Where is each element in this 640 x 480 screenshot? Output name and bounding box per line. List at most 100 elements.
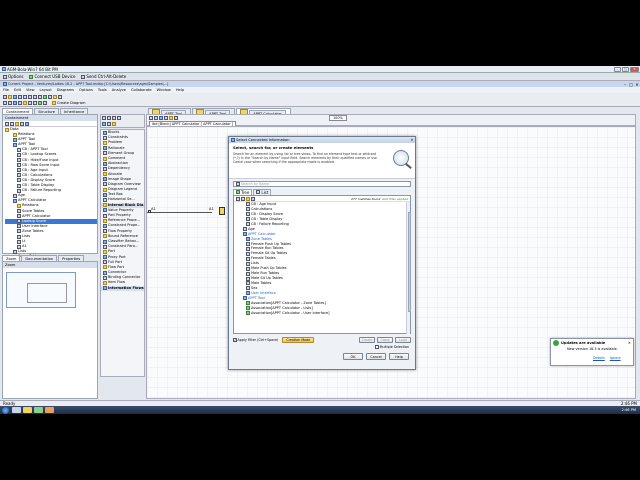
options-icon[interactable]: [251, 196, 255, 201]
package-icon[interactable]: [23, 101, 27, 105]
element-type-icon: [246, 207, 250, 212]
menu-item-file[interactable]: File: [3, 88, 9, 92]
start-button[interactable]: [2, 406, 9, 414]
diagram-icon[interactable]: [53, 94, 57, 99]
model-icon[interactable]: [13, 101, 17, 105]
tab-tree[interactable]: Tree: [233, 188, 253, 195]
menu-item-options[interactable]: Options: [79, 88, 93, 92]
block-tool-icon[interactable]: [102, 122, 106, 126]
menu-item-collaborate[interactable]: Collaborate: [131, 88, 152, 92]
save-icon[interactable]: [13, 94, 17, 99]
search-icon[interactable]: [48, 94, 52, 99]
palette-item-icon: [103, 172, 107, 177]
element-list: CB : Age Input Calculations CB : Display S…: [234, 202, 404, 316]
diagram-tool-icon[interactable]: [169, 116, 173, 120]
forward-icon[interactable]: [8, 101, 12, 105]
run-icon[interactable]: [38, 101, 42, 105]
menu-item-help[interactable]: Help: [176, 88, 184, 92]
update-details-link[interactable]: Details: [593, 356, 605, 360]
collapse-all-icon[interactable]: [241, 196, 245, 201]
clone-button[interactable]: Clone: [377, 337, 393, 343]
diagram-tool-icon[interactable]: [164, 116, 168, 120]
select-icon[interactable]: [117, 116, 121, 120]
ctrl-alt-del-button[interactable]: Send Ctrl-Alt-Delete: [86, 74, 126, 79]
menu-item-analyze[interactable]: Analyze: [112, 88, 126, 92]
new-element-icon[interactable]: [15, 121, 19, 126]
expand-all-icon[interactable]: [236, 196, 240, 201]
note-tool-icon[interactable]: [107, 122, 111, 126]
cut-icon[interactable]: [18, 94, 22, 99]
dialog-close-button[interactable]: ✕: [409, 138, 415, 142]
creation-mode-button[interactable]: Creation Mode: [282, 337, 315, 343]
list-scrollbar[interactable]: [406, 202, 411, 334]
taskbar-app-4[interactable]: [45, 407, 54, 413]
diagram-tool-icon[interactable]: [149, 116, 153, 120]
port-square-left[interactable]: [148, 210, 151, 213]
pointer-icon[interactable]: [102, 116, 106, 120]
create-diagram-button[interactable]: Create Diagram: [57, 101, 86, 105]
package-tool-icon[interactable]: [112, 122, 116, 126]
diagram-tool-icon[interactable]: [174, 116, 178, 120]
update-close-button[interactable]: ✕: [628, 341, 633, 345]
copy-icon[interactable]: [23, 94, 27, 99]
apply-filter-checkbox[interactable]: ✓: [233, 338, 237, 342]
port-box[interactable]: [219, 207, 225, 215]
menu-item-view[interactable]: View: [26, 88, 35, 92]
layout-icon[interactable]: [58, 94, 62, 99]
vm-close-button[interactable]: ✕: [630, 66, 639, 72]
diagram-tool-icon[interactable]: [159, 116, 163, 120]
help-button[interactable]: Help: [389, 353, 409, 360]
zoom-icon[interactable]: [112, 116, 116, 120]
menu-item-window[interactable]: Window: [157, 88, 171, 92]
undo-icon[interactable]: [33, 94, 37, 99]
collapse-icon[interactable]: [5, 121, 9, 126]
menu-item-layout[interactable]: Layout: [40, 88, 52, 92]
filter-applied-link[interactable]: edit filter applied: [382, 197, 408, 201]
tools-icon[interactable]: [43, 101, 47, 105]
connect-usb-button[interactable]: Connect USB Device: [34, 74, 75, 79]
package-filter-icon[interactable]: [246, 196, 250, 201]
cancel-button[interactable]: Cancel: [366, 353, 386, 360]
block-icon[interactable]: [33, 101, 37, 105]
options-menu[interactable]: Options: [8, 74, 23, 79]
vm-minimize-button[interactable]: –: [614, 66, 621, 72]
found-count: 277 matches found: [351, 196, 381, 201]
diagram-tool-icon[interactable]: [154, 116, 158, 120]
ok-button[interactable]: OK: [343, 353, 363, 360]
load-button[interactable]: Load: [395, 337, 411, 343]
palette-item-icon: [103, 182, 107, 187]
redo-icon[interactable]: [38, 94, 42, 99]
tab-list[interactable]: List: [253, 188, 272, 195]
scrollbar-thumb[interactable]: [407, 212, 411, 312]
element-type-icon: [246, 251, 250, 256]
back-icon[interactable]: [3, 101, 7, 105]
search-input[interactable]: Search by Name: [233, 181, 411, 187]
taskbar-app-1[interactable]: [12, 407, 21, 413]
element-type-icon: [246, 306, 250, 311]
taskbar-app-3[interactable]: [34, 407, 43, 413]
paste-icon[interactable]: [28, 94, 32, 99]
expand-icon[interactable]: [10, 121, 14, 126]
open-icon[interactable]: [8, 94, 12, 99]
validate-icon[interactable]: [43, 94, 47, 99]
zoom-level-select[interactable]: 100%: [329, 115, 347, 121]
dialog-list-item[interactable]: Association[APPT Calculator - User Inter…: [237, 311, 404, 316]
filter-icon[interactable]: [18, 101, 22, 105]
app-close-button[interactable]: ✕: [634, 82, 640, 87]
new-icon[interactable]: [3, 94, 7, 99]
vm-maximize-button[interactable]: □: [622, 66, 629, 72]
remote-toolbar: Options Connect USB Device Send Ctrl-Alt…: [0, 73, 640, 81]
palette-item[interactable]: Information Flows: [101, 285, 144, 291]
sort-icon[interactable]: [25, 121, 29, 126]
menu-item-edit[interactable]: Edit: [14, 88, 21, 92]
taskbar-app-2[interactable]: [23, 407, 32, 413]
pan-icon[interactable]: [107, 116, 111, 120]
update-ignore-link[interactable]: Ignore: [610, 356, 621, 360]
menu-item-tools[interactable]: Tools: [98, 88, 107, 92]
create-button[interactable]: Create: [359, 337, 375, 343]
multiple-selection-checkbox[interactable]: [375, 345, 379, 349]
menu-item-diagrams[interactable]: Diagrams: [57, 88, 74, 92]
filter-icon[interactable]: [20, 121, 24, 126]
zoom-preview[interactable]: [6, 272, 76, 308]
class-icon[interactable]: [28, 101, 32, 105]
